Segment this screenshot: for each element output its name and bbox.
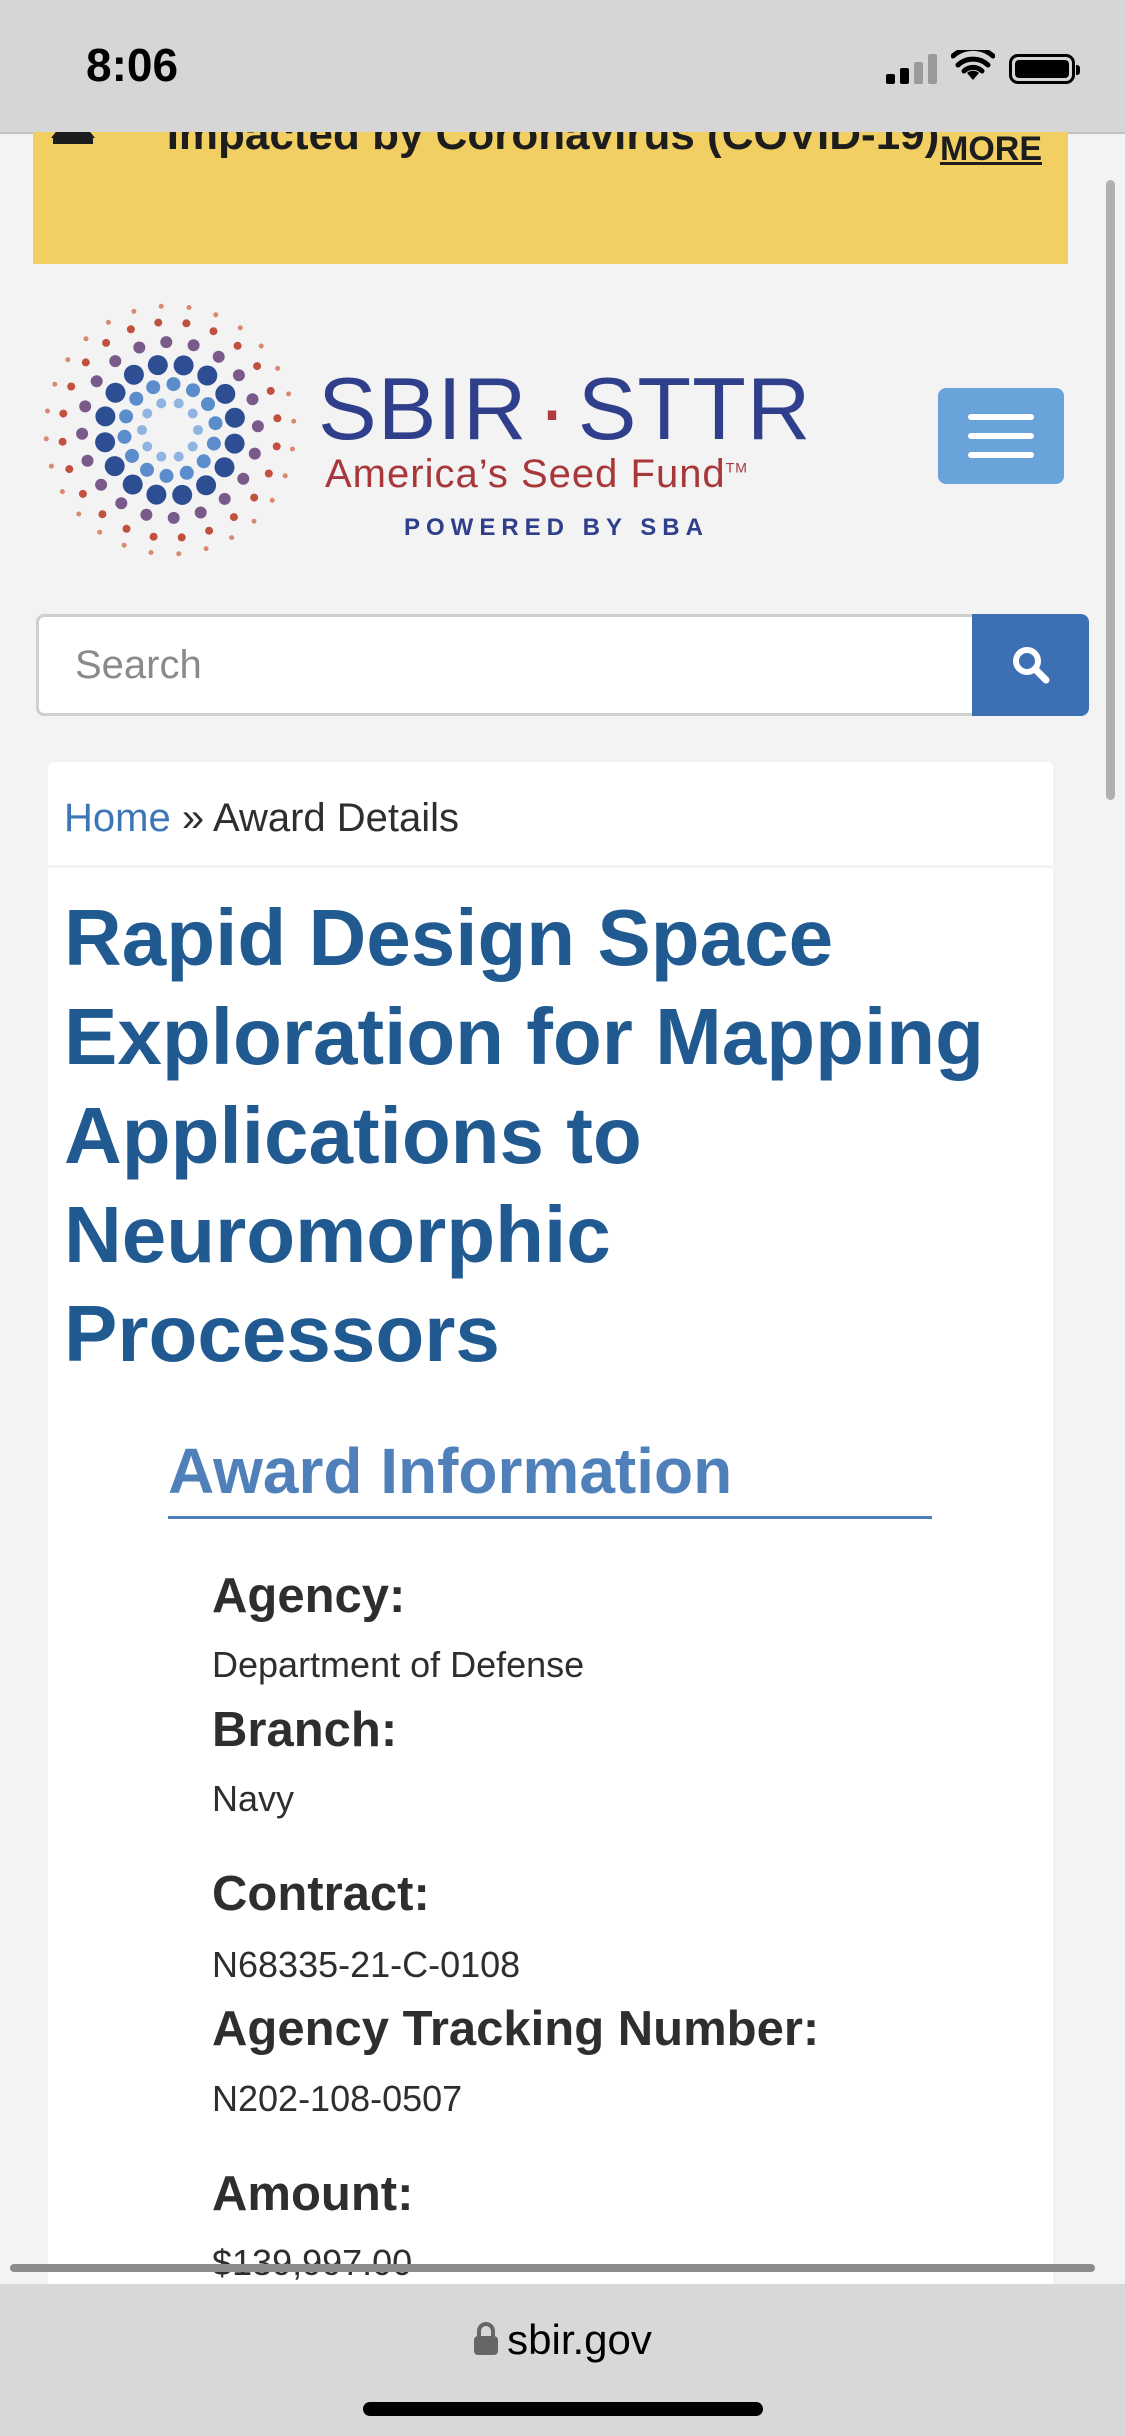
- page-title: Rapid Design Space Exploration for Mappi…: [64, 893, 984, 1378]
- home-indicator[interactable]: [363, 2402, 763, 2416]
- battery-icon: [1009, 54, 1080, 84]
- hamburger-icon: [968, 414, 1034, 420]
- hamburger-icon-bar: [968, 433, 1034, 439]
- seed-burst-logo-icon: [43, 303, 297, 557]
- cellular-signal-icon: [886, 54, 937, 84]
- status-time: 8:06: [86, 39, 179, 91]
- horizontal-scrollbar[interactable]: [10, 2264, 1095, 2272]
- logo-title-dot: ·: [537, 359, 568, 458]
- lock-icon: [474, 2322, 499, 2355]
- branch-value: Navy: [212, 1778, 295, 1819]
- search-icon: [1012, 647, 1049, 684]
- menu-button[interactable]: [938, 388, 1064, 484]
- search-button[interactable]: [972, 614, 1089, 716]
- url-domain: sbir.gov: [507, 2316, 652, 2363]
- alert-icon: [51, 132, 95, 144]
- logo-title-sttr: STTR: [577, 359, 812, 458]
- hamburger-icon-bar: [968, 452, 1034, 458]
- breadcrumb-current: Award Details: [212, 796, 460, 840]
- status-icons: [886, 50, 1080, 84]
- sbir-sttr-logo[interactable]: SBIR · STTR America’s Seed FundTM POWERED …: [40, 300, 810, 570]
- wifi-icon: [951, 50, 995, 80]
- url-display[interactable]: sbir.gov: [0, 2316, 1125, 2364]
- amount-value: $139,997.00: [212, 2242, 413, 2283]
- search-input[interactable]: [36, 614, 974, 716]
- award-details-content: Rapid Design Space Exploration for Mappi…: [48, 868, 1053, 2288]
- alert-more-link[interactable]: MORE: [940, 132, 1042, 169]
- breadcrumb-separator: »: [181, 796, 205, 840]
- logo-tagline-text: America’s Seed Fund: [325, 452, 726, 496]
- agency-tracking-number-value: N202-108-0507: [212, 2078, 463, 2119]
- breadcrumb-container: Home » Award Details: [48, 762, 1053, 865]
- logo-title-sbir: SBIR: [318, 359, 528, 458]
- breadcrumb: Home » Award Details: [64, 796, 459, 841]
- agency-tracking-number-label: Agency Tracking Number:: [212, 2002, 820, 2056]
- logo-powered-by: POWERED BY SBA: [404, 514, 709, 541]
- trademark-mark: TM: [725, 459, 748, 476]
- agency-value: Department of Defense: [212, 1644, 585, 1685]
- alert-banner[interactable]: Impacted by Coronavirus (COVID-19) MORE: [33, 132, 1068, 264]
- logo-title: SBIR · STTR: [318, 358, 811, 460]
- breadcrumb-home-link[interactable]: Home: [64, 796, 171, 840]
- contract-label: Contract:: [212, 1867, 430, 1921]
- amount-label: Amount:: [212, 2167, 414, 2221]
- logo-tagline: America’s Seed FundTM: [325, 452, 748, 497]
- contract-value: N68335-21-C-0108: [212, 1944, 521, 1985]
- alert-text: Impacted by Coronavirus (COVID-19): [166, 132, 940, 159]
- vertical-scrollbar[interactable]: [1106, 180, 1115, 800]
- award-information-heading: Award Information: [168, 1434, 932, 1519]
- branch-label: Branch:: [212, 1703, 398, 1757]
- agency-label: Agency:: [212, 1569, 406, 1623]
- status-bar: 8:06: [0, 0, 1125, 134]
